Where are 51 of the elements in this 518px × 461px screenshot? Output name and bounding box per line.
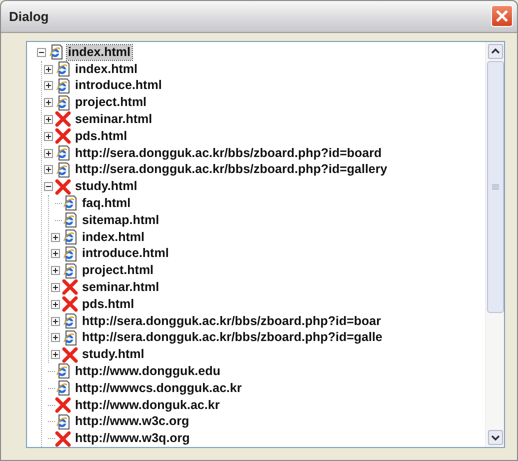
expand-toggle[interactable]: [51, 249, 60, 258]
tree-item[interactable]: http://sera.dongguk.ac.kr/bbs/zboard.php?id=gallery: [74, 162, 388, 178]
scroll-up-button[interactable]: [488, 44, 502, 59]
grip-icon: [492, 184, 498, 190]
tree-item[interactable]: http://sera.dongguk.ac.kr/bbs/zboard.php?id=board: [74, 146, 383, 161]
expand-toggle[interactable]: [51, 232, 60, 242]
collapse-toggle[interactable]: [37, 48, 46, 57]
tree-item[interactable]: study.html: [81, 347, 146, 362]
tree-item[interactable]: http://sera.dongguk.ac.kr/bbs/zboard.php?id=boar: [81, 314, 382, 329]
expand-toggle[interactable]: [51, 300, 60, 309]
tree-item[interactable]: seminar.html: [81, 280, 160, 295]
tree-item[interactable]: sitemap.html: [81, 212, 160, 228]
scrollbar[interactable]: [485, 42, 504, 447]
expand-toggle[interactable]: [51, 350, 60, 360]
tree-item[interactable]: introduce.html: [74, 78, 163, 94]
tree-item[interactable]: faq.html: [81, 196, 132, 211]
scroll-down-button[interactable]: [488, 430, 502, 445]
tree-item[interactable]: index.html: [74, 62, 139, 77]
window-title: Dialog: [9, 8, 49, 24]
close-button[interactable]: [491, 5, 513, 28]
tree-item[interactable]: http://www.donguk.ac.kr: [74, 398, 221, 412]
tree-item[interactable]: index.html: [67, 44, 132, 60]
tree-item[interactable]: pds.html: [74, 128, 128, 144]
tree-item[interactable]: http://www.w3q.org: [74, 431, 191, 446]
expand-toggle[interactable]: [44, 98, 53, 108]
expand-toggle[interactable]: [51, 266, 60, 276]
expand-toggle[interactable]: [44, 132, 53, 141]
tree-item[interactable]: http://wwwcs.dongguk.ac.kr: [74, 380, 243, 396]
tree-item[interactable]: http://www.dongguk.edu: [74, 364, 222, 379]
expand-toggle[interactable]: [51, 282, 60, 292]
tree-item[interactable]: pds.html: [81, 296, 136, 312]
expand-toggle[interactable]: [51, 316, 60, 326]
tree-item[interactable]: http://sera.dongguk.ac.kr/bbs/zboard.php?id=galle: [81, 330, 384, 346]
expand-toggle[interactable]: [44, 64, 53, 74]
collapse-toggle[interactable]: [44, 182, 53, 192]
tree-item[interactable]: index.html: [81, 230, 146, 245]
expand-toggle[interactable]: [44, 81, 53, 90]
tree-item[interactable]: project.html: [81, 263, 155, 278]
scroll-thumb[interactable]: [486, 60, 504, 313]
expand-toggle[interactable]: [44, 165, 53, 174]
tree-item[interactable]: seminar.html: [74, 112, 154, 127]
caret-icon: [490, 48, 500, 54]
tree-item[interactable]: http://www.w3c.org: [74, 414, 190, 430]
caret-icon: [490, 434, 500, 440]
tree-item[interactable]: project.html: [74, 95, 148, 110]
expand-toggle[interactable]: [44, 148, 53, 158]
expand-toggle[interactable]: [44, 114, 53, 124]
expand-toggle[interactable]: [51, 333, 60, 342]
tree-item[interactable]: introduce.html: [81, 246, 170, 262]
tree-item[interactable]: study.html: [74, 179, 138, 194]
close-icon: [495, 9, 509, 24]
